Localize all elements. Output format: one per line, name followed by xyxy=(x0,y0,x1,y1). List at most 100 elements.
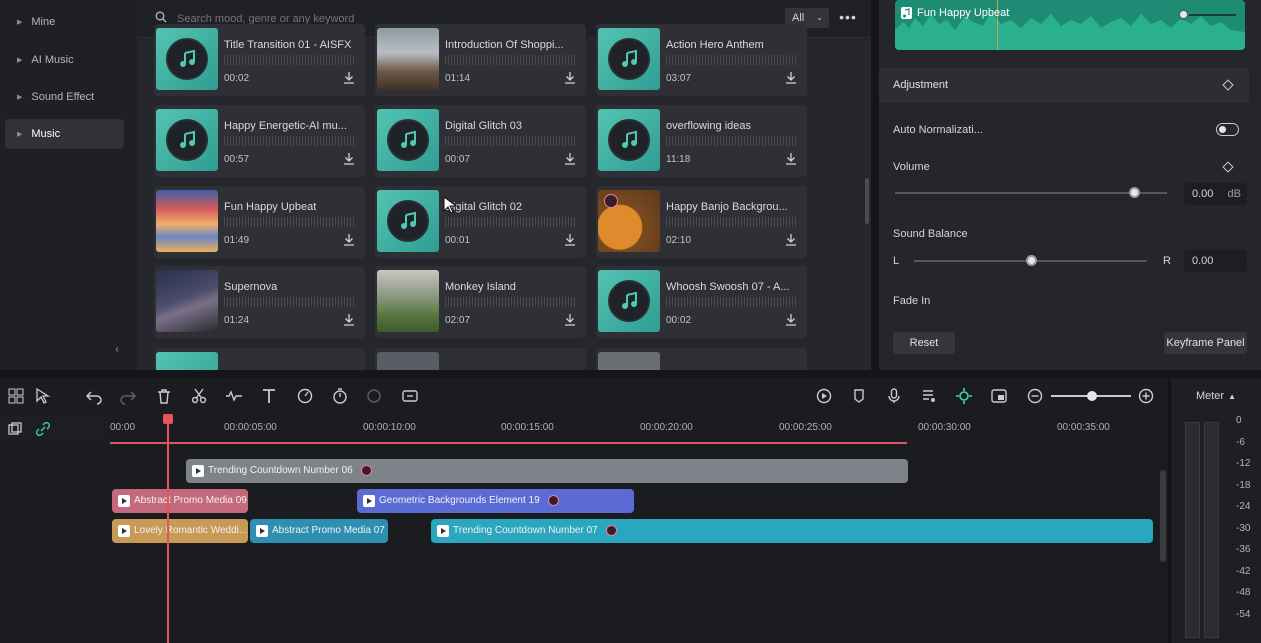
volume-slider[interactable] xyxy=(895,192,1167,194)
timer-icon[interactable] xyxy=(331,387,349,405)
adjustment-header[interactable]: Adjustment xyxy=(879,68,1249,103)
card-duration: 02:10 xyxy=(666,235,692,246)
link-icon[interactable] xyxy=(36,422,50,436)
sidebar-item-music[interactable]: ▶ Music xyxy=(5,119,124,149)
speed-icon[interactable] xyxy=(296,387,314,405)
audio-ducking-icon[interactable] xyxy=(920,387,938,405)
music-card[interactable] xyxy=(375,348,586,370)
undo-icon[interactable] xyxy=(85,387,103,405)
timeline-clip[interactable]: Geometric Backgrounds Element 19 xyxy=(357,489,634,513)
music-thumbnail xyxy=(598,270,660,332)
ai-snap-icon[interactable] xyxy=(955,387,973,405)
music-note-icon xyxy=(180,130,195,148)
pip-icon[interactable] xyxy=(990,387,1008,405)
music-card[interactable]: Digital Glitch 02 00:01 xyxy=(375,186,586,258)
download-icon[interactable] xyxy=(343,152,355,165)
redo-icon[interactable] xyxy=(119,387,137,405)
music-thumbnail xyxy=(156,28,218,90)
waveform xyxy=(445,55,575,65)
auto-normalization-toggle[interactable] xyxy=(1216,123,1239,136)
download-icon[interactable] xyxy=(564,152,576,165)
timeline-clip[interactable]: Trending Countdown Number 06 xyxy=(186,459,908,483)
timeline-clip[interactable]: Abstract Promo Media 07 xyxy=(250,519,388,543)
balance-value-field[interactable]: 0.00 xyxy=(1184,250,1247,272)
collapse-sidebar-button[interactable]: ‹ xyxy=(110,343,124,357)
color-match-icon[interactable] xyxy=(365,387,383,405)
timeline-clip[interactable]: Trending Countdown Number 07 xyxy=(431,519,1153,543)
keyframe-diamond-icon[interactable] xyxy=(1222,79,1234,91)
download-icon[interactable] xyxy=(785,313,797,326)
audio-volume-knob[interactable] xyxy=(1178,9,1189,20)
download-icon[interactable] xyxy=(564,313,576,326)
delete-icon[interactable] xyxy=(155,387,173,405)
music-thumbnail xyxy=(156,109,218,171)
music-card[interactable]: Monkey Island 02:07 xyxy=(375,266,586,338)
category-sidebar: ▶ Mine ▶ AI Music ▶ Sound Effect ▶ Music ‹ xyxy=(0,0,137,370)
night-sky-thumbnail xyxy=(156,270,218,332)
music-card[interactable]: Action Hero Anthem 03:07 xyxy=(596,24,807,96)
zoom-in-icon[interactable] xyxy=(1137,387,1155,405)
sidebar-item-label: Music xyxy=(31,128,61,140)
download-icon[interactable] xyxy=(564,233,576,246)
audio-stretch-icon[interactable] xyxy=(401,387,419,405)
download-icon[interactable] xyxy=(785,152,797,165)
timeline-scrollbar[interactable] xyxy=(1160,470,1166,562)
play-icon xyxy=(118,525,130,537)
zoom-knob[interactable] xyxy=(1087,391,1097,401)
music-card[interactable]: overflowing ideas 11:18 xyxy=(596,105,807,177)
timeline-clip[interactable]: Abstract Promo Media 09 xyxy=(112,489,248,513)
sound-balance-knob[interactable] xyxy=(1025,255,1037,266)
sidebar-item-sound-effect[interactable]: ▶ Sound Effect xyxy=(5,82,124,112)
meter-dropdown[interactable]: Meter ▲ xyxy=(1170,378,1261,414)
download-icon[interactable] xyxy=(785,71,797,84)
card-duration: 00:01 xyxy=(445,235,471,246)
sidebar-item-ai-music[interactable]: ▶ AI Music xyxy=(5,45,124,75)
microphone-icon[interactable] xyxy=(885,387,903,405)
keyframe-panel-button[interactable]: Keyframe Panel xyxy=(1164,332,1247,354)
download-icon[interactable] xyxy=(343,233,355,246)
volume-value-field[interactable]: 0.00 dB xyxy=(1184,183,1247,205)
more-options-icon[interactable]: ••• xyxy=(837,7,859,27)
clip-label: Trending Countdown Number 06 xyxy=(208,465,353,476)
download-icon[interactable] xyxy=(343,71,355,84)
layout-grid-icon[interactable] xyxy=(7,387,25,405)
zoom-out-icon[interactable] xyxy=(1026,387,1044,405)
download-icon[interactable] xyxy=(785,233,797,246)
text-icon[interactable] xyxy=(260,387,278,405)
timeline-clip[interactable]: Lovely Romantic Weddi... xyxy=(112,519,248,543)
balance-value: 0.00 xyxy=(1192,255,1214,267)
download-icon[interactable] xyxy=(564,71,576,84)
sidebar-item-mine[interactable]: ▶ Mine xyxy=(5,7,124,37)
timeline-ruler[interactable]: 00:00 00:00:05:00 00:00:10:00 00:00:15:0… xyxy=(110,414,1168,444)
music-card[interactable]: Happy Banjo Backgrou... 02:10 xyxy=(596,186,807,258)
music-card[interactable]: Introduction Of Shoppi... 01:14 xyxy=(375,24,586,96)
music-thumbnail xyxy=(598,28,660,90)
music-card[interactable]: Supernova 01:24 xyxy=(154,266,365,338)
meter-scale-label: -54 xyxy=(1236,609,1251,620)
waveform xyxy=(224,297,354,307)
music-thumbnail xyxy=(156,352,218,370)
ruler-tick: 00:00:20:00 xyxy=(640,422,693,433)
add-track-icon[interactable] xyxy=(8,422,22,436)
music-card[interactable]: Fun Happy Upbeat 01:49 xyxy=(154,186,365,258)
banjo-thumbnail xyxy=(598,190,660,252)
music-card[interactable]: Title Transition 01 - AISFX 00:02 xyxy=(154,24,365,96)
download-icon[interactable] xyxy=(343,313,355,326)
music-card[interactable]: Happy Energetic-AI mu... 00:57 xyxy=(154,105,365,177)
select-tool-icon[interactable] xyxy=(34,387,52,405)
music-card[interactable]: Digital Glitch 03 00:07 xyxy=(375,105,586,177)
audio-split-icon[interactable] xyxy=(225,387,243,405)
playhead-handle[interactable] xyxy=(163,414,173,424)
meter-scale-label: -12 xyxy=(1236,458,1251,469)
scissors-icon[interactable] xyxy=(190,387,208,405)
render-preview-icon[interactable] xyxy=(815,387,833,405)
library-scrollbar[interactable] xyxy=(865,178,869,224)
music-card[interactable]: Whoosh Swoosh 07 - A... 00:02 xyxy=(596,266,807,338)
music-card[interactable] xyxy=(154,348,365,370)
card-title: Monkey Island xyxy=(445,281,516,293)
music-card[interactable] xyxy=(596,348,807,370)
marker-icon[interactable] xyxy=(850,387,868,405)
reset-button[interactable]: Reset xyxy=(893,332,955,354)
playhead[interactable] xyxy=(167,414,169,643)
music-note-icon xyxy=(901,7,912,19)
